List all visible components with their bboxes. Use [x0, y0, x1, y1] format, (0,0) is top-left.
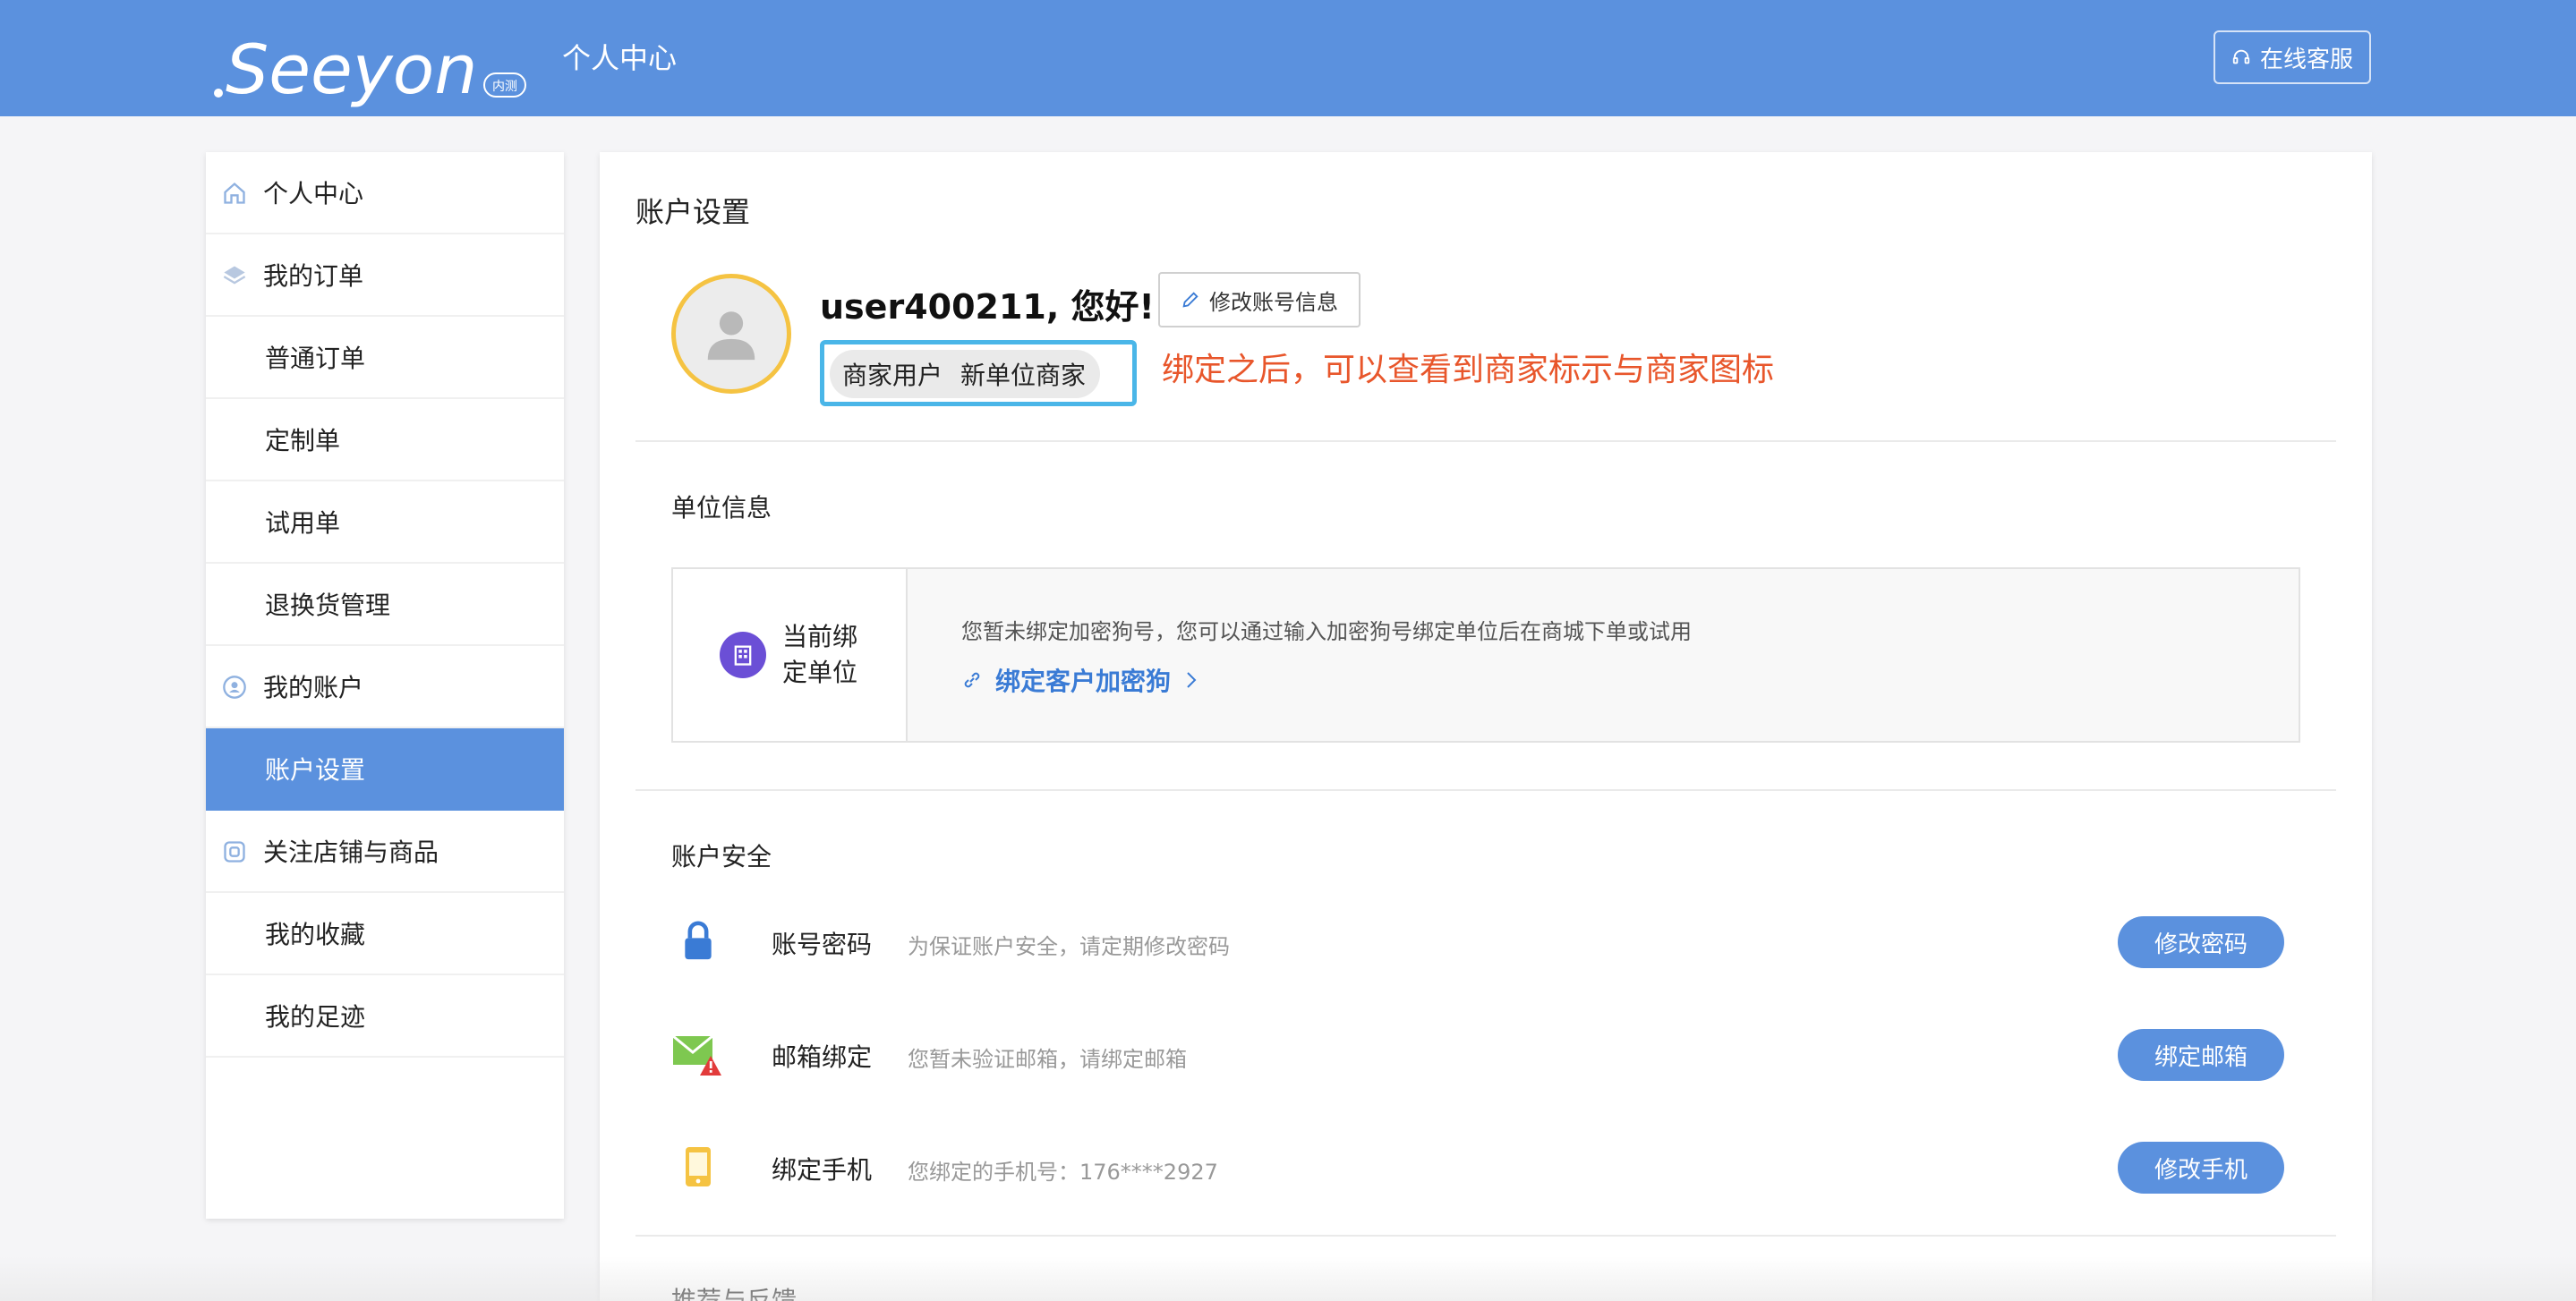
sidebar-item-custom-orders[interactable]: 定制单 — [206, 399, 564, 481]
sidebar-item-my-account[interactable]: 我的账户 — [206, 646, 564, 728]
sidebar-item-personal-center[interactable]: 个人中心 — [206, 152, 564, 234]
mail-warning-icon — [671, 1027, 725, 1081]
recommend-feedback-title: 推荐与反馈 — [671, 1286, 798, 1301]
pencil-icon — [1182, 292, 1198, 308]
home-icon — [224, 182, 245, 204]
sidebar-item-trial-orders[interactable]: 试用单 — [206, 481, 564, 564]
avatar[interactable] — [671, 274, 791, 394]
building-icon — [720, 632, 766, 678]
sidebar-item-label: 我的收藏 — [265, 920, 366, 949]
security-desc: 您绑定的手机号：176****2927 — [908, 1160, 1218, 1185]
security-desc: 您暂未验证邮箱，请绑定邮箱 — [908, 1047, 1187, 1072]
sidebar-item-label: 账户设置 — [265, 755, 366, 785]
greeting-text: user400211, 您好! — [820, 287, 1155, 327]
badge-merchant-user: 商家用户 — [842, 361, 943, 390]
security-row-phone: 绑定手机 您绑定的手机号：176****2927 修改手机 — [671, 1140, 2300, 1194]
sidebar-item-label: 个人中心 — [263, 179, 364, 208]
sidebar-item-my-orders[interactable]: 我的订单 — [206, 234, 564, 317]
merchant-badge-highlight: 商家用户 新单位商家 — [820, 340, 1137, 406]
seeyon-logo[interactable]: Seeyon 内测 — [206, 11, 528, 109]
security-name: 账号密码 — [772, 930, 873, 959]
unit-info-right: 您暂未绑定加密狗号，您可以通过输入加密狗号绑定单位后在商城下单或试用 绑定客户加… — [908, 569, 2299, 741]
current-unit-label: 当前绑定单位 — [782, 622, 858, 687]
user-silhouette-icon — [707, 311, 755, 361]
divider — [635, 440, 2336, 442]
unit-info-left: 当前绑定单位 — [673, 569, 908, 741]
bind-dongle-link[interactable]: 绑定客户加密狗 — [961, 662, 1199, 698]
online-service-button[interactable]: 在线客服 — [2213, 30, 2371, 84]
sidebar-item-label: 退换货管理 — [265, 591, 391, 620]
bind-dongle-label: 绑定客户加密狗 — [995, 667, 1172, 696]
divider — [635, 789, 2336, 791]
sidebar-item-label: 我的账户 — [263, 673, 364, 702]
unit-description: 您暂未绑定加密狗号，您可以通过输入加密狗号绑定单位后在商城下单或试用 — [961, 619, 1692, 644]
change-phone-button[interactable]: 修改手机 — [2118, 1142, 2284, 1194]
headset-icon — [2232, 49, 2250, 64]
sidebar-item-label: 试用单 — [265, 508, 341, 538]
merchant-badge: 商家用户 新单位商家 — [830, 350, 1100, 398]
sidebar-item-label: 关注店铺与商品 — [263, 838, 439, 867]
security-name: 绑定手机 — [772, 1155, 873, 1185]
link-icon — [964, 672, 980, 688]
sidebar-item-account-settings[interactable]: 账户设置 — [206, 728, 564, 811]
security-row-password: 账号密码 为保证账户安全，请定期修改密码 修改密码 — [671, 914, 2300, 968]
account-security-title: 账户安全 — [671, 842, 772, 872]
phone-icon — [671, 1140, 725, 1194]
badge-new-unit-merchant: 新单位商家 — [960, 361, 1087, 390]
sidebar: 个人中心 我的订单 普通订单 定制单 试用单 退换货管理 我的账户 账户设置 关… — [206, 152, 564, 1219]
sidebar-item-label: 我的订单 — [263, 261, 364, 291]
store-icon — [224, 841, 245, 863]
security-row-email: 邮箱绑定 您暂未验证邮箱，请绑定邮箱 绑定邮箱 — [671, 1027, 2300, 1081]
unit-info-box: 当前绑定单位 您暂未绑定加密狗号，您可以通过输入加密狗号绑定单位后在商城下单或试… — [671, 567, 2300, 743]
divider — [635, 1235, 2336, 1237]
main-panel: 账户设置 user400211, 您好! 修改账号信息 商家用户 新单位商家 绑… — [600, 152, 2372, 1301]
bind-email-button[interactable]: 绑定邮箱 — [2118, 1029, 2284, 1081]
layers-icon — [223, 266, 246, 285]
sidebar-item-label: 普通订单 — [265, 344, 366, 373]
lock-icon — [671, 914, 725, 968]
sidebar-item-followed-stores[interactable]: 关注店铺与商品 — [206, 811, 564, 893]
security-name: 邮箱绑定 — [772, 1042, 873, 1072]
annotation-text: 绑定之后，可以查看到商家标示与商家图标 — [1162, 352, 1775, 388]
sidebar-item-label: 我的足迹 — [265, 1002, 366, 1032]
svg-text:内测: 内测 — [492, 80, 517, 94]
top-header: Seeyon 内测 个人中心 在线客服 — [0, 0, 2576, 116]
header-title: 个人中心 — [562, 41, 678, 75]
sidebar-item-normal-orders[interactable]: 普通订单 — [206, 317, 564, 399]
chevron-right-icon — [1187, 672, 1197, 688]
sidebar-item-footprints[interactable]: 我的足迹 — [206, 975, 564, 1058]
user-circle-icon — [223, 676, 246, 699]
security-desc: 为保证账户安全，请定期修改密码 — [908, 934, 1230, 959]
change-password-button[interactable]: 修改密码 — [2118, 916, 2284, 968]
sidebar-item-label: 定制单 — [265, 426, 341, 455]
sidebar-item-returns[interactable]: 退换货管理 — [206, 564, 564, 646]
unit-info-title: 单位信息 — [671, 493, 772, 523]
online-service-label: 在线客服 — [2259, 46, 2353, 73]
edit-account-label: 修改账号信息 — [1209, 289, 1338, 315]
edit-account-button[interactable]: 修改账号信息 — [1158, 272, 1361, 327]
sidebar-item-favorites[interactable]: 我的收藏 — [206, 893, 564, 975]
svg-text:Seeyon: Seeyon — [226, 30, 477, 109]
page-title: 账户设置 — [635, 195, 751, 229]
